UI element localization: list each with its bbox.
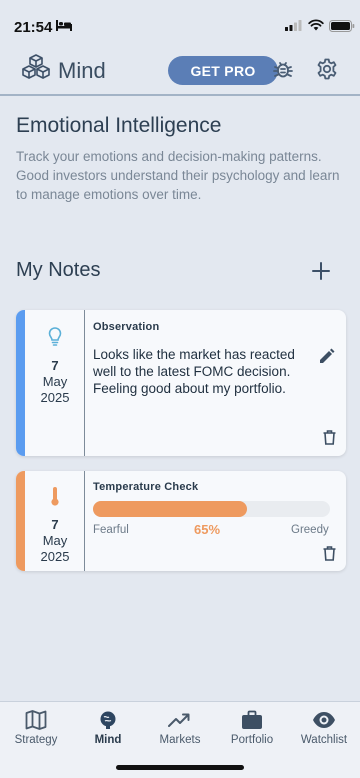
eye-icon — [313, 712, 335, 728]
temperature-bar-fill — [93, 501, 248, 517]
signal-icon — [285, 20, 302, 31]
battery-icon — [329, 20, 355, 32]
briefcase-icon — [242, 710, 262, 729]
app-header: Mind GET PRO — [0, 46, 360, 94]
edit-pencil-icon[interactable] — [319, 348, 335, 364]
app-title: Mind — [58, 58, 106, 83]
notes-heading: My Notes — [16, 259, 101, 281]
get-pro-button[interactable]: GET PRO — [168, 56, 278, 85]
scale-label-greedy: Greedy — [291, 524, 329, 536]
note-card-temperature[interactable]: 7 May 2025 Temperature Check Fearful 65%… — [16, 471, 346, 571]
note-year: 2025 — [40, 390, 70, 405]
section-title: Emotional Intelligence — [16, 114, 222, 137]
nav-item-mind[interactable]: Mind — [72, 710, 144, 746]
note-month: May — [42, 374, 68, 389]
nav-item-strategy[interactable]: Strategy — [0, 710, 72, 746]
note-date: 7 May 2025 — [25, 471, 85, 571]
note-date: 7 May 2025 — [25, 310, 85, 456]
home-indicator — [116, 765, 244, 770]
nav-item-markets[interactable]: Markets — [144, 710, 216, 746]
temperature-value: 65% — [194, 522, 221, 537]
note-year: 2025 — [40, 549, 70, 564]
settings-gear-icon[interactable] — [316, 58, 338, 80]
cubes-logo-icon — [22, 54, 50, 79]
note-day: 7 — [51, 517, 59, 532]
wifi-icon — [308, 19, 324, 31]
add-note-icon[interactable] — [312, 262, 330, 280]
note-type-label: Observation — [93, 321, 160, 333]
card-accent-bar — [16, 471, 25, 571]
trending-up-icon — [168, 713, 190, 727]
scale-label-fearful: Fearful — [93, 524, 129, 536]
nav-label: Strategy — [14, 734, 58, 746]
temperature-bar — [93, 501, 330, 517]
note-card-observation[interactable]: 7 May 2025 Observation Looks like the ma… — [16, 310, 346, 456]
nav-label: Watchlist — [300, 734, 348, 746]
note-type-label: Temperature Check — [93, 481, 199, 493]
note-month: May — [42, 533, 68, 548]
bug-icon[interactable] — [272, 58, 294, 80]
nav-label: Mind — [94, 734, 122, 746]
delete-trash-icon[interactable] — [323, 430, 336, 445]
delete-trash-icon[interactable] — [323, 546, 336, 561]
section-description: Track your emotions and decision-making … — [16, 149, 340, 202]
nav-label: Portfolio — [230, 734, 274, 746]
bed-icon — [56, 20, 72, 31]
thermometer-icon — [51, 487, 59, 506]
brain-icon — [100, 711, 116, 729]
header-divider — [0, 94, 360, 96]
lightbulb-icon — [48, 327, 62, 346]
status-bar: 21:54 — [0, 0, 360, 46]
note-day: 7 — [51, 358, 59, 373]
nav-item-portfolio[interactable]: Portfolio — [216, 710, 288, 746]
map-icon — [25, 710, 47, 730]
nav-label: Markets — [159, 734, 201, 746]
status-time: 21:54 — [14, 19, 53, 36]
note-text: Looks like the market has reacted well t… — [93, 347, 295, 396]
card-accent-bar — [16, 310, 25, 456]
nav-item-watchlist[interactable]: Watchlist — [288, 710, 360, 746]
